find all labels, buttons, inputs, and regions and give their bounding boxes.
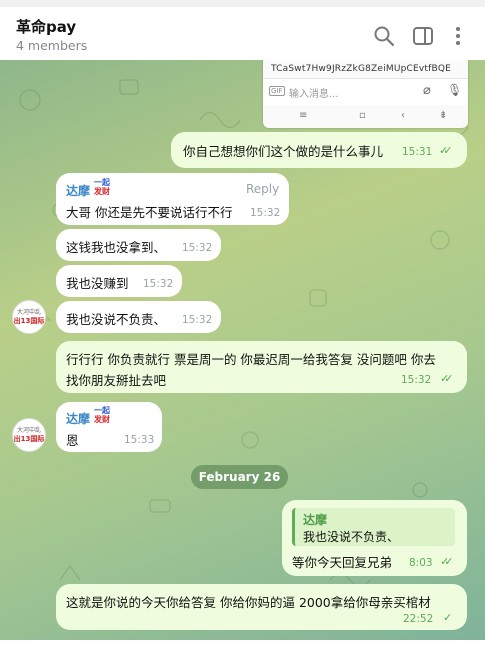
sender-name[interactable]: 达摩 <box>66 410 90 427</box>
message-text: 行行行 你负责就行 票是周一的 你最迟周一给我答复 没问题吧 你去 <box>66 352 436 367</box>
reply-quote[interactable]: 达摩 我也没说不负责、 <box>292 508 455 546</box>
quote-sender: 达摩 <box>303 513 328 527</box>
message-outgoing[interactable]: 你自己想想你们这个做的是什么事儿 15:31 ✓✓ <box>171 132 467 168</box>
message-input: 输入消息... <box>289 89 339 100</box>
sender-badge: 一起 发财 <box>94 178 110 196</box>
read-checks-icon: ✓✓ <box>440 372 454 385</box>
quote-text: 我也没说不负责、 <box>303 530 400 544</box>
avatar[interactable]: 大河中乱 出13国际 <box>12 300 46 334</box>
message-incoming[interactable]: 达摩 一起 发财 Reply 大哥 你还是先不要说话行不行 15:32 <box>56 173 289 225</box>
read-checks-icon: ✓✓ <box>439 144 453 157</box>
message-incoming[interactable]: 我也没说不负责、 15:32 <box>56 301 221 333</box>
message-time: 15:32 <box>182 242 213 254</box>
chat-area[interactable]: TCaSwt7Hw9JRzZkG8ZeiMUpCEvtfBQE GIF 输入消息… <box>0 60 485 640</box>
more-options-icon[interactable] <box>447 25 469 47</box>
nav-back-icon: ‹ <box>401 110 405 121</box>
sidebar-toggle-icon[interactable] <box>412 25 434 47</box>
message-time: 15:32 <box>250 207 281 219</box>
search-icon[interactable] <box>373 25 395 47</box>
message-outgoing[interactable]: 行行行 你负责就行 票是周一的 你最迟周一给我答复 没问题吧 你去 找你朋友掰扯… <box>56 341 467 393</box>
nav-keyboard-icon: ⇟ <box>439 110 448 121</box>
message-text: 大哥 你还是先不要说话行不行 <box>66 205 233 220</box>
chat-header: 革命pay 4 members <box>0 0 485 60</box>
message-time: 15:32 <box>401 374 432 386</box>
sender-name[interactable]: 达摩 <box>66 182 90 199</box>
nav-home-icon: ▫ <box>359 110 366 121</box>
message-text: 我也没说不负责、 <box>66 312 167 327</box>
message-time: 8:03 <box>409 557 433 569</box>
nav-menu-icon: ≡ <box>299 110 308 121</box>
message-text: 恩 <box>66 433 79 448</box>
message-outgoing[interactable]: 达摩 我也没说不负责、 等你今天回复兄弟 8:03 ✓✓ <box>282 500 467 576</box>
wallet-address: TCaSwt7Hw9JRzZkG8ZeiMUpCEvtfBQE <box>271 64 452 74</box>
message-text: 这就是你说的今天你给答复 你给你妈的逼 2000拿给你母亲买棺材 <box>66 595 431 610</box>
message-text: 这钱我也没拿到、 <box>66 240 167 255</box>
message-time: 15:32 <box>182 314 213 326</box>
message-text: 你自己想想你们这个做的是什么事儿 <box>183 144 384 159</box>
reply-label[interactable]: Reply <box>246 182 279 196</box>
message-outgoing[interactable]: 这就是你说的今天你给答复 你给你妈的逼 2000拿给你母亲买棺材 22:52 ✓ <box>56 584 467 630</box>
avatar[interactable]: 大河中乱 出13国际 <box>12 418 46 452</box>
message-text: 我也没赚到 <box>66 276 129 291</box>
message-time: 15:33 <box>124 434 155 446</box>
message-time: 15:32 <box>143 278 174 290</box>
message-incoming[interactable]: 我也没赚到 15:32 <box>56 265 182 297</box>
sender-badge: 一起 发财 <box>94 406 110 424</box>
message-incoming[interactable]: 达摩 一起 发财 恩 15:33 <box>56 402 162 452</box>
message-time: 15:31 <box>402 146 433 158</box>
attach-icon: ⌀ <box>423 83 431 98</box>
chat-title[interactable]: 革命pay <box>16 16 76 37</box>
date-separator: February 26 <box>191 465 288 489</box>
member-count: 4 members <box>16 38 88 53</box>
message-text-line2: 找你朋友掰扯去吧 <box>66 373 167 388</box>
message-incoming[interactable]: 这钱我也没拿到、 15:32 <box>56 229 221 261</box>
bottom-edge <box>0 640 485 647</box>
gif-icon: GIF <box>269 86 285 96</box>
message-text: 等你今天回复兄弟 <box>292 555 393 570</box>
sent-check-icon: ✓ <box>443 611 453 624</box>
microphone-icon: 🎙 <box>447 83 463 97</box>
message-time: 22:52 <box>403 613 434 625</box>
embedded-screenshot: TCaSwt7Hw9JRzZkG8ZeiMUpCEvtfBQE GIF 输入消息… <box>263 60 468 128</box>
read-checks-icon: ✓✓ <box>440 555 454 568</box>
